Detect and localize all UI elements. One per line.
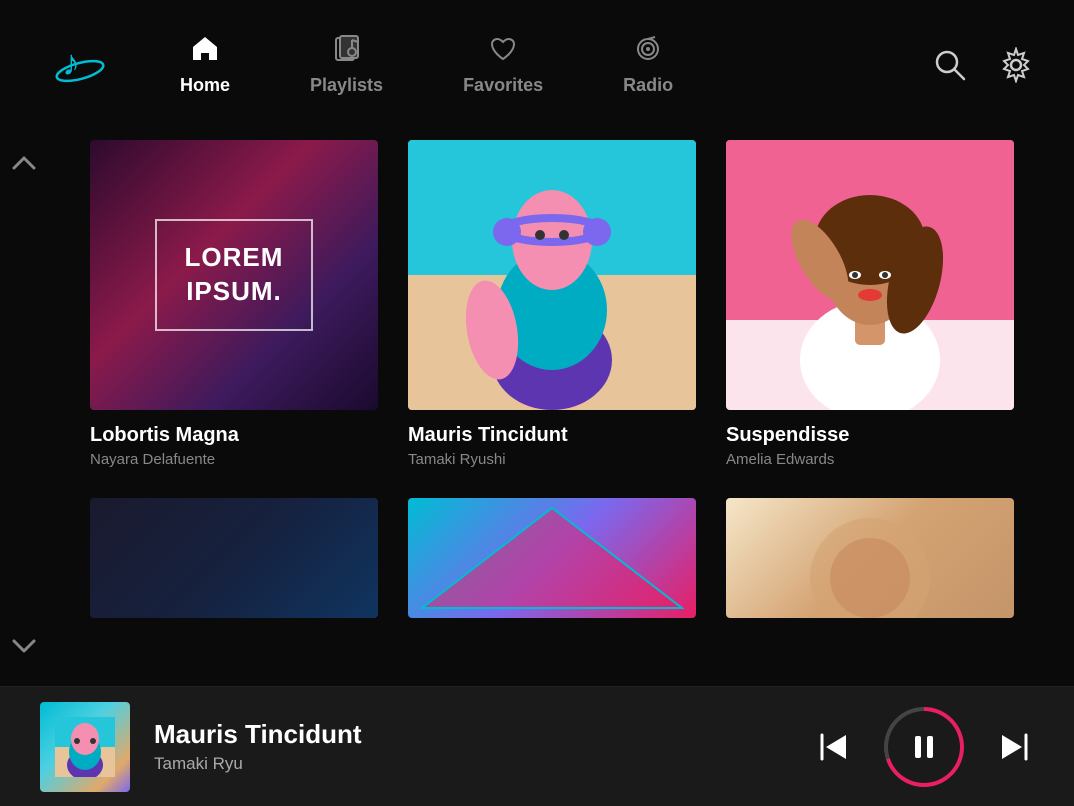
card-image-2 [408, 140, 696, 410]
nav-label-favorites: Favorites [463, 75, 543, 96]
svg-text:♪: ♪ [62, 42, 80, 83]
search-button[interactable] [932, 47, 968, 83]
nav-label-home: Home [180, 75, 230, 96]
player-track-title: Mauris Tincidunt [154, 719, 814, 750]
main-nav: Home Playlists Favorites [140, 24, 932, 106]
scroll-controls [10, 130, 38, 686]
lorem-ipsum-box: LOREM IPSUM. [155, 219, 314, 331]
card-artist-2: Tamaki Ryushi [408, 451, 696, 468]
home-icon [190, 34, 220, 69]
nav-item-radio[interactable]: Radio [583, 24, 713, 106]
player-thumbnail [40, 702, 130, 792]
radio-icon [633, 34, 663, 69]
card-1[interactable]: LOREM IPSUM. Lobortis Magna Nayara Delaf… [90, 140, 378, 468]
card-2[interactable]: Mauris Tincidunt Tamaki Ryushi [408, 140, 696, 468]
card-image-3 [726, 140, 1014, 410]
nav-item-favorites[interactable]: Favorites [423, 24, 583, 106]
card-title-1: Lobortis Magna [90, 424, 378, 447]
card-image-5 [408, 498, 696, 618]
nav-item-playlists[interactable]: Playlists [270, 24, 423, 106]
card-artist-1: Nayara Delafuente [90, 451, 378, 468]
card-title-2: Mauris Tincidunt [408, 424, 696, 447]
card-5[interactable] [408, 498, 696, 618]
prev-button[interactable] [814, 727, 854, 767]
lorem-line-1: LOREM [185, 241, 284, 275]
main-content: LOREM IPSUM. Lobortis Magna Nayara Delaf… [0, 130, 1074, 686]
header: ♪ Home Playlists [0, 0, 1074, 130]
lorem-line-2: IPSUM. [185, 275, 284, 309]
card-image-4 [90, 498, 378, 618]
card-title-3: Suspendisse [726, 424, 1014, 447]
logo-icon: ♪ [52, 37, 108, 93]
player-bar: Mauris Tincidunt Tamaki Ryu [0, 686, 1074, 806]
player-controls [814, 707, 1034, 787]
favorites-icon [488, 34, 518, 69]
nav-item-home[interactable]: Home [140, 24, 270, 106]
play-pause-button[interactable] [884, 707, 964, 787]
logo-area: ♪ [40, 37, 120, 93]
header-actions [932, 47, 1034, 83]
card-4[interactable] [90, 498, 378, 618]
settings-button[interactable] [998, 47, 1034, 83]
playlists-icon [332, 34, 362, 69]
card-image-1: LOREM IPSUM. [90, 140, 378, 410]
nav-label-playlists: Playlists [310, 75, 383, 96]
player-track-artist: Tamaki Ryu [154, 754, 814, 774]
card-6[interactable] [726, 498, 1014, 618]
next-button[interactable] [994, 727, 1034, 767]
scroll-down-button[interactable] [10, 631, 38, 666]
cards-grid: LOREM IPSUM. Lobortis Magna Nayara Delaf… [60, 140, 1014, 618]
card-3[interactable]: Suspendisse Amelia Edwards [726, 140, 1014, 468]
card-artist-3: Amelia Edwards [726, 451, 1014, 468]
card-image-6 [726, 498, 1014, 618]
player-info: Mauris Tincidunt Tamaki Ryu [154, 719, 814, 774]
nav-label-radio: Radio [623, 75, 673, 96]
scroll-up-button[interactable] [10, 150, 38, 185]
